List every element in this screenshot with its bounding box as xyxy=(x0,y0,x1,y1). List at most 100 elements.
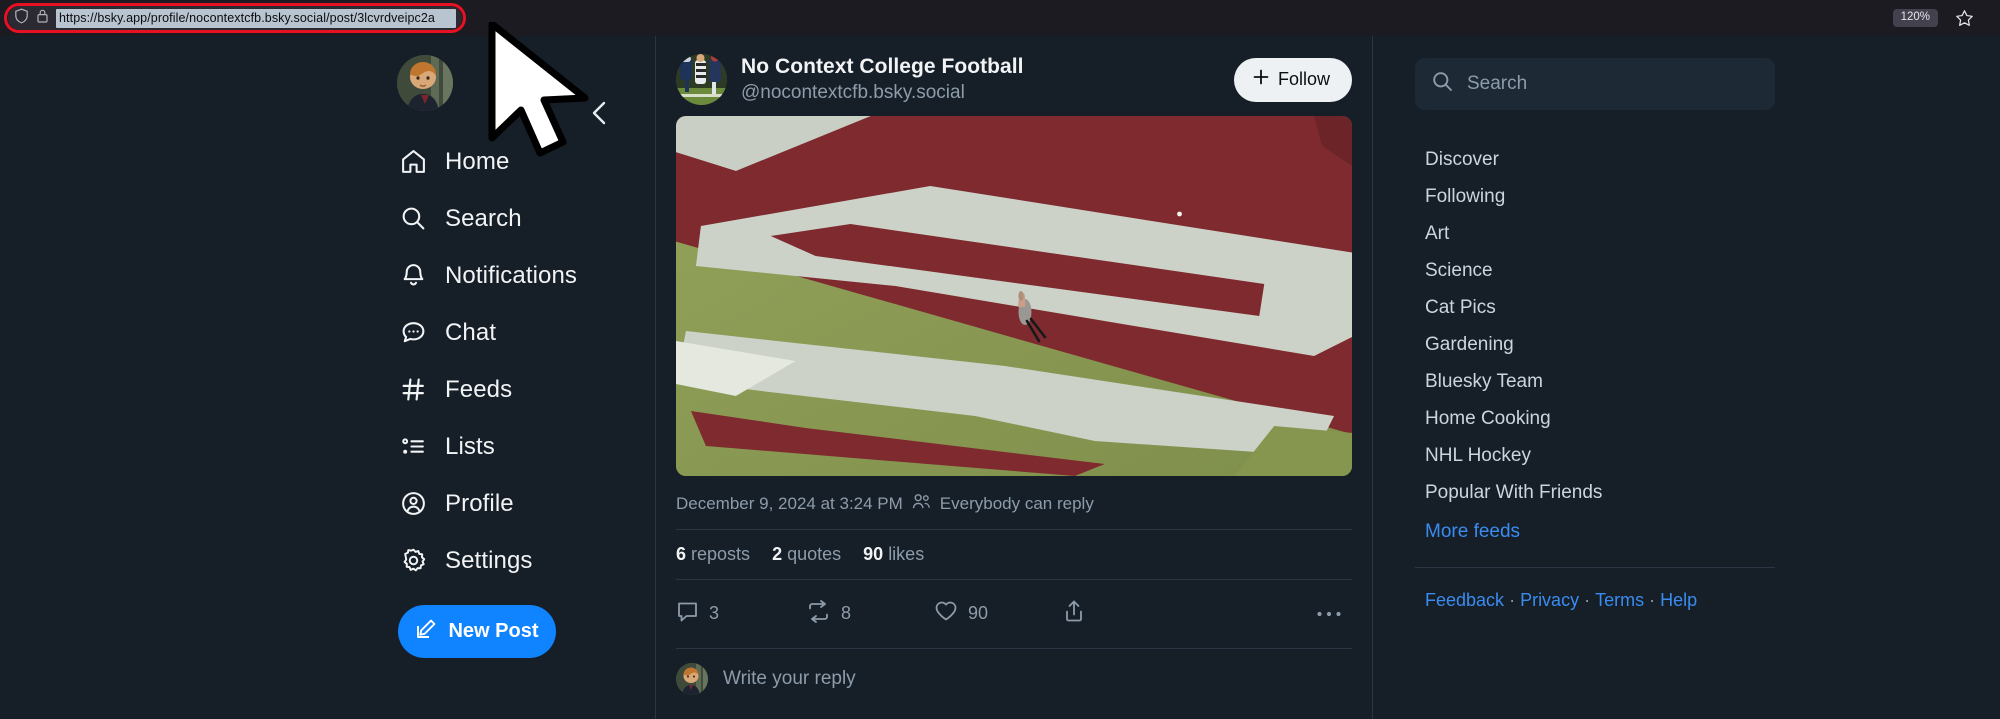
sidebar-item-lists[interactable]: Lists xyxy=(390,418,655,475)
app-root: Home Search Notifications Chat Feeds Lis… xyxy=(0,36,2000,719)
sidebar-item-feeds[interactable]: Feeds xyxy=(390,361,655,418)
reply-setting-label[interactable]: Everybody can reply xyxy=(940,494,1094,514)
footer-link-privacy[interactable]: Privacy xyxy=(1520,590,1579,611)
lock-icon[interactable] xyxy=(36,8,49,29)
like-count: 90 xyxy=(968,603,989,623)
author-display-name[interactable]: No Context College Football xyxy=(741,54,1220,80)
stat-likes[interactable]: 90 likes xyxy=(863,544,924,565)
sidebar-item-search[interactable]: Search xyxy=(390,190,655,247)
author-name-block: No Context College Football @nocontextcf… xyxy=(741,54,1220,105)
post-action-bar: 3 8 90 xyxy=(656,580,1372,634)
more-feeds-link[interactable]: More feeds xyxy=(1415,513,1785,550)
bell-icon xyxy=(398,261,428,291)
home-icon xyxy=(398,147,428,177)
new-post-label: New Post xyxy=(448,620,539,642)
footer-link-terms[interactable]: Terms xyxy=(1595,590,1644,611)
suggested-feeds-list: Discover Following Art Science Cat Pics … xyxy=(1415,141,1785,550)
sidebar-item-settings[interactable]: Settings xyxy=(390,532,655,589)
footer-link-help[interactable]: Help xyxy=(1660,590,1697,611)
ellipsis-icon xyxy=(1316,605,1342,623)
primary-navigation: Home Search Notifications Chat Feeds Lis… xyxy=(390,133,655,589)
footer-separator: · xyxy=(1649,590,1656,610)
reply-button[interactable]: 3 xyxy=(676,600,806,628)
follow-button[interactable]: Follow xyxy=(1233,57,1352,102)
footer-separator: · xyxy=(1584,590,1591,610)
feed-item-art[interactable]: Art xyxy=(1415,215,1785,252)
user-avatar[interactable] xyxy=(397,55,453,111)
divider xyxy=(1415,567,1775,568)
sidebar-item-label: Notifications xyxy=(445,261,578,289)
feed-item-gardening[interactable]: Gardening xyxy=(1415,326,1785,363)
feed-item-discover[interactable]: Discover xyxy=(1415,141,1785,178)
reply-composer[interactable]: Write your reply xyxy=(656,649,1372,695)
like-button[interactable]: 90 xyxy=(934,600,1063,627)
shield-icon[interactable] xyxy=(14,8,29,29)
sidebar-item-label: Chat xyxy=(445,318,497,346)
footer-link-feedback[interactable]: Feedback xyxy=(1425,590,1504,611)
sidebar-item-chat[interactable]: Chat xyxy=(390,304,655,361)
right-sidebar: Search Discover Following Art Science Ca… xyxy=(1415,36,1785,719)
star-icon[interactable] xyxy=(1955,9,1974,33)
zoom-level-badge[interactable]: 120% xyxy=(1892,9,1938,27)
sidebar-item-home[interactable]: Home xyxy=(390,133,655,190)
browser-toolbar: https://bsky.app/profile/nocontextcfb.bs… xyxy=(0,0,2000,36)
post-image[interactable] xyxy=(676,116,1352,476)
share-upload-icon xyxy=(1063,599,1085,628)
reposts-count: 6 xyxy=(676,544,687,564)
feed-item-nhl-hockey[interactable]: NHL Hockey xyxy=(1415,437,1785,474)
feed-item-home-cooking[interactable]: Home Cooking xyxy=(1415,400,1785,437)
feed-item-following[interactable]: Following xyxy=(1415,178,1785,215)
follow-label: Follow xyxy=(1277,69,1330,89)
post-timestamp: December 9, 2024 at 3:24 PM xyxy=(676,494,903,513)
search-icon xyxy=(398,204,428,234)
feed-item-cat-pics[interactable]: Cat Pics xyxy=(1415,289,1785,326)
sidebar-item-notifications[interactable]: Notifications xyxy=(390,247,655,304)
heart-icon xyxy=(934,600,958,627)
sidebar-item-label: Search xyxy=(445,204,522,232)
quotes-label: quotes xyxy=(787,544,842,564)
left-sidebar: Home Search Notifications Chat Feeds Lis… xyxy=(390,36,655,719)
back-chevron-icon[interactable] xyxy=(585,98,615,128)
repost-button[interactable]: 8 xyxy=(806,599,934,628)
likes-label: likes xyxy=(888,544,925,564)
url-text[interactable]: https://bsky.app/profile/nocontextcfb.bs… xyxy=(56,8,456,28)
quotes-count: 2 xyxy=(772,544,783,564)
address-bar[interactable]: https://bsky.app/profile/nocontextcfb.bs… xyxy=(8,6,462,30)
post-metadata: December 9, 2024 at 3:24 PM Everybody ca… xyxy=(656,476,1372,515)
post-author-header: No Context College Football @nocontextcf… xyxy=(656,36,1372,105)
address-bar-region[interactable]: https://bsky.app/profile/nocontextcfb.bs… xyxy=(4,3,466,33)
reply-input-placeholder[interactable]: Write your reply xyxy=(723,668,856,690)
composer-avatar[interactable] xyxy=(676,663,708,695)
compose-icon xyxy=(415,618,437,645)
list-icon xyxy=(398,432,428,462)
gear-icon xyxy=(398,546,428,576)
person-circle-icon xyxy=(398,489,428,519)
reply-count: 3 xyxy=(709,603,720,623)
post-engagement-stats: 6 reposts 2 quotes 90 likes xyxy=(656,530,1372,565)
search-icon xyxy=(1431,70,1454,98)
sidebar-item-label: Profile xyxy=(445,489,514,517)
author-avatar[interactable] xyxy=(676,54,727,105)
stat-reposts[interactable]: 6 reposts xyxy=(676,544,750,565)
footer-links: Feedback · Privacy · Terms · Help xyxy=(1415,590,1785,611)
post-thread-column: No Context College Football @nocontextcf… xyxy=(655,36,1373,719)
repost-count: 8 xyxy=(841,603,852,623)
sidebar-item-label: Home xyxy=(445,147,510,175)
more-options-button[interactable] xyxy=(1189,605,1352,623)
likes-count: 90 xyxy=(863,544,884,564)
people-icon xyxy=(912,493,931,515)
feed-item-popular-with-friends[interactable]: Popular With Friends xyxy=(1415,474,1785,511)
author-handle[interactable]: @nocontextcfb.bsky.social xyxy=(741,80,1220,105)
chat-bubble-icon xyxy=(398,318,428,348)
footer-separator: · xyxy=(1509,590,1516,610)
new-post-button[interactable]: New Post xyxy=(398,605,556,658)
reposts-label: reposts xyxy=(691,544,751,564)
sidebar-item-profile[interactable]: Profile xyxy=(390,475,655,532)
share-button[interactable] xyxy=(1063,599,1189,628)
feed-item-science[interactable]: Science xyxy=(1415,252,1785,289)
hash-icon xyxy=(398,375,428,405)
feed-item-bluesky-team[interactable]: Bluesky Team xyxy=(1415,363,1785,400)
reply-bubble-icon xyxy=(676,600,699,628)
search-input[interactable]: Search xyxy=(1415,58,1775,110)
stat-quotes[interactable]: 2 quotes xyxy=(772,544,841,565)
